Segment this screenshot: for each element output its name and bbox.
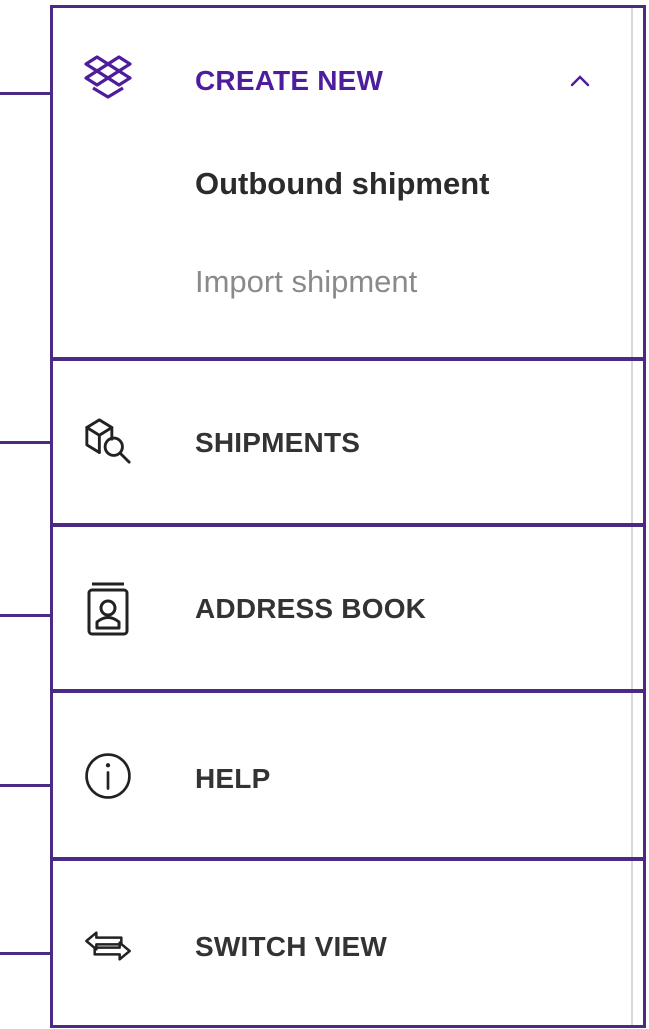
callout-line-help [0,784,52,787]
switch-view-label: SWITCH VIEW [195,931,387,962]
create-new-panel: CREATE NEW Outbound shipment Import ship… [50,5,646,360]
create-new-header[interactable]: CREATE NEW [53,8,643,148]
shipments-menu-item[interactable]: SHIPMENTS [50,358,646,526]
help-menu-item[interactable]: HELP [50,690,646,860]
shipments-label: SHIPMENTS [195,427,361,458]
callout-line-create-new [0,92,52,95]
address-book-label: ADDRESS BOOK [195,593,427,624]
dropbox-boxes-icon [83,52,133,102]
panel-divider [631,693,633,857]
address-book-icon [83,582,133,636]
switch-view-menu-item[interactable]: SWITCH VIEW [50,858,646,1028]
callout-line-switch-view [0,952,52,955]
address-book-menu-item[interactable]: ADDRESS BOOK [50,524,646,692]
callout-line-address-book [0,614,52,617]
swap-arrows-icon [83,921,133,971]
panel-divider [631,527,633,689]
help-label: HELP [195,763,271,794]
info-circle-icon [83,751,133,801]
chevron-up-icon[interactable] [569,70,591,92]
outbound-shipment-link[interactable]: Outbound shipment [195,166,489,202]
callout-line-shipments [0,441,52,444]
panel-divider [631,361,633,523]
box-search-icon [83,416,133,466]
import-shipment-link[interactable]: Import shipment [195,264,417,300]
create-new-label: CREATE NEW [195,65,384,96]
panel-divider [631,861,633,1025]
